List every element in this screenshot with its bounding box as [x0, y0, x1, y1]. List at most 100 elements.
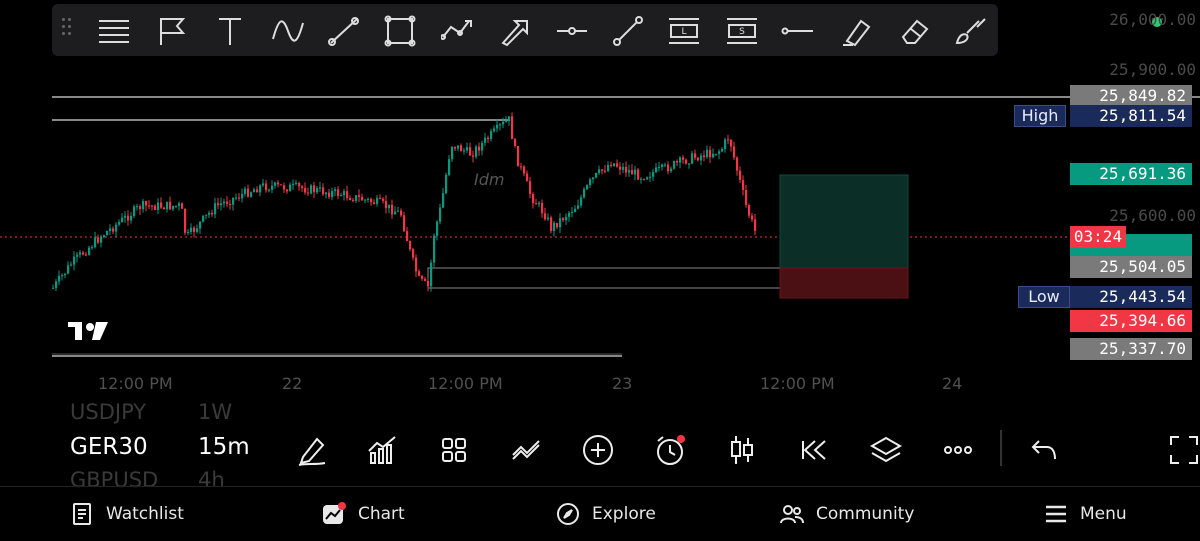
short-position-icon[interactable]: S	[724, 14, 760, 48]
candles-icon[interactable]	[722, 430, 762, 470]
candle-body	[229, 203, 232, 205]
time-tick: 12:00 PM	[98, 374, 173, 393]
candle-body	[598, 169, 601, 174]
compare-icon[interactable]	[506, 430, 546, 470]
more-icon[interactable]	[938, 430, 978, 470]
candle-body	[100, 237, 103, 243]
candle-body	[556, 222, 559, 228]
candle-body	[268, 189, 271, 191]
timeframe-selector[interactable]: 15m	[198, 434, 250, 460]
candle-body	[70, 264, 73, 266]
add-icon[interactable]	[578, 430, 618, 470]
candle-body	[613, 163, 616, 167]
candle-body	[655, 167, 658, 173]
layout-grid-icon[interactable]	[434, 430, 474, 470]
candle-body	[376, 198, 379, 204]
candle-body	[475, 146, 478, 157]
chart-area[interactable]: Idm 26,000.00 25,900.00 25,600.00 25,849…	[0, 10, 1200, 406]
fullscreen-icon[interactable]	[1164, 430, 1200, 470]
candle-body	[526, 173, 529, 182]
timeframe-prev[interactable]: 1W	[198, 400, 232, 424]
candle-body	[139, 206, 142, 210]
nav-community[interactable]: Community	[780, 487, 914, 541]
candle-body	[262, 183, 265, 186]
candle-body	[733, 146, 736, 158]
horizontal-line-icon[interactable]	[780, 14, 816, 48]
candle-body	[226, 201, 229, 204]
lines-menu-icon[interactable]	[96, 14, 132, 48]
candle-body	[511, 116, 514, 140]
symbol-prev[interactable]: USDJPY	[70, 400, 146, 424]
candle-body	[607, 164, 610, 172]
candle-body	[532, 193, 535, 204]
candle-body	[352, 199, 355, 201]
candle-body	[547, 217, 550, 220]
flag-icon[interactable]	[154, 14, 190, 48]
brush-icon[interactable]	[952, 14, 988, 48]
candle-body	[202, 215, 205, 222]
arrow-tool-icon[interactable]	[326, 14, 362, 48]
layers-icon[interactable]	[866, 430, 906, 470]
candle-body	[439, 207, 442, 222]
candle-body	[478, 146, 481, 151]
candle-body	[328, 192, 331, 197]
candle-body	[442, 193, 445, 208]
bottom-nav: Watchlist Chart Explore Community Menu	[0, 486, 1200, 540]
candle-body	[460, 145, 463, 152]
candle-body	[634, 169, 637, 175]
candle-body	[676, 161, 679, 163]
candle-body	[340, 195, 343, 197]
candle-body	[421, 275, 424, 279]
candle-body	[682, 157, 685, 160]
candle-body	[451, 146, 454, 160]
candle-body	[394, 211, 397, 215]
candle-body	[751, 215, 754, 220]
arrow-marker-icon[interactable]	[496, 14, 532, 48]
candle-body	[61, 275, 64, 277]
candle-body	[586, 185, 589, 190]
candle-body	[637, 169, 640, 180]
candle-body	[157, 202, 160, 210]
long-position-icon[interactable]: L	[666, 14, 702, 48]
candle-body	[685, 159, 688, 164]
candle-body	[457, 145, 460, 149]
candle-body	[274, 182, 277, 186]
candle-body	[244, 188, 247, 194]
replay-icon[interactable]	[794, 430, 834, 470]
undo-icon[interactable]	[1024, 430, 1064, 470]
price-tick: 26,000.00	[1109, 10, 1196, 29]
candle-body	[118, 222, 121, 225]
nav-explore[interactable]: Explore	[556, 487, 656, 541]
rectangle-tool-icon[interactable]	[382, 14, 418, 48]
symbol-selector[interactable]: GER30	[70, 434, 148, 460]
drag-handle-icon[interactable]	[62, 18, 74, 42]
candle-body	[595, 173, 598, 178]
curve-icon[interactable]	[270, 14, 306, 48]
divider	[1000, 430, 1002, 466]
nav-chart[interactable]: Chart	[322, 487, 405, 541]
nav-watchlist[interactable]: Watchlist	[70, 487, 184, 541]
candle-body	[67, 265, 70, 274]
text-tool-icon[interactable]	[212, 14, 248, 48]
indicators-icon[interactable]	[362, 430, 402, 470]
eraser-icon[interactable]	[896, 14, 932, 48]
candle-body	[433, 235, 436, 263]
highlighter-icon[interactable]	[838, 14, 874, 48]
candle-body	[490, 131, 493, 140]
trend-line-icon[interactable]	[610, 14, 646, 48]
candle-body	[361, 196, 364, 201]
candle-body	[748, 205, 751, 216]
horizontal-ray-icon[interactable]	[554, 14, 590, 48]
watchlist-icon	[73, 503, 91, 525]
candle-body	[205, 214, 208, 216]
idm-annotation: Idm	[474, 170, 505, 189]
candle-body	[469, 147, 472, 156]
drawing-pen-icon[interactable]	[292, 430, 332, 470]
candle-body	[259, 185, 262, 193]
candle-body	[151, 205, 154, 207]
path-tool-icon[interactable]	[440, 14, 476, 48]
nav-menu[interactable]: Menu	[1044, 487, 1127, 541]
alert-clock-icon[interactable]	[650, 430, 690, 470]
candle-body	[619, 166, 622, 170]
candle-body	[505, 121, 508, 123]
